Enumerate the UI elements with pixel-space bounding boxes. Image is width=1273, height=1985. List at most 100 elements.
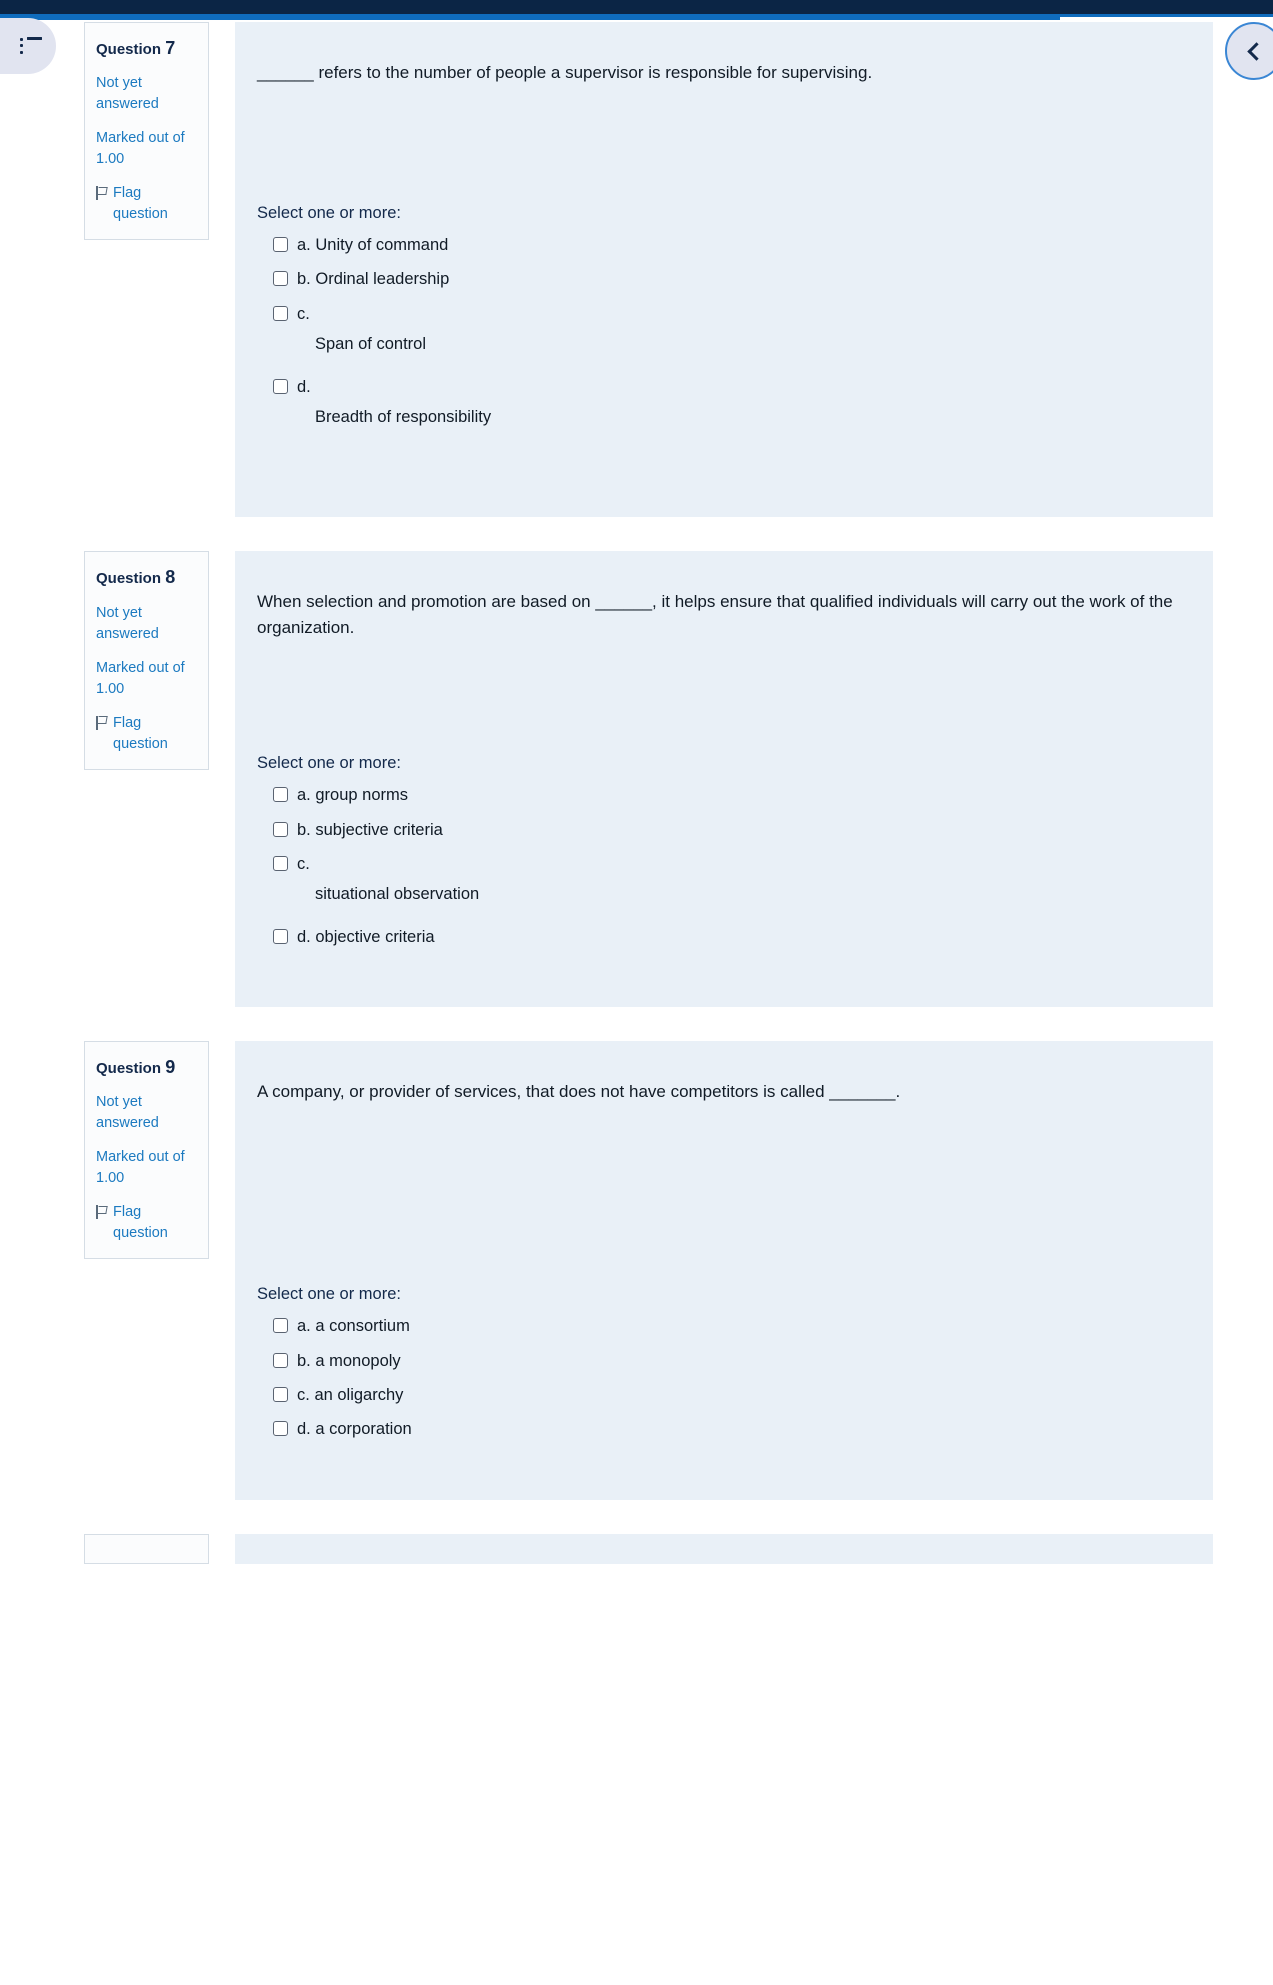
flag-question-link[interactable]: Flag question [96, 183, 198, 225]
option-letter: a. [297, 1317, 311, 1336]
question-block: Question 9 Not yet answered Marked out o… [0, 1041, 1273, 1500]
option-label: a. Unity of command [297, 235, 448, 256]
question-block: Question 8 Not yet answered Marked out o… [0, 551, 1273, 1008]
flag-question-label: Flag question [113, 714, 168, 752]
question-block-partial [0, 1533, 1273, 1564]
option-label: c. Span of control [297, 304, 426, 356]
checkbox-icon[interactable] [273, 1352, 288, 1368]
checkbox-icon[interactable] [273, 787, 288, 803]
question-marks: Marked out of 1.00 [96, 1149, 185, 1187]
checkbox-icon[interactable] [273, 271, 288, 287]
option-item[interactable]: b. subjective criteria [257, 820, 1183, 841]
checkbox-icon[interactable] [273, 821, 288, 837]
checkbox-icon[interactable] [273, 928, 288, 944]
option-item[interactable]: b. a monopoly [257, 1351, 1183, 1372]
flag-icon [96, 715, 107, 730]
flag-icon [96, 1205, 107, 1220]
question-block: Question 7 Not yet answered Marked out o… [0, 22, 1273, 518]
option-label: d. objective criteria [297, 927, 435, 948]
option-letter: b. [297, 270, 311, 289]
option-text: a consortium [315, 1317, 410, 1336]
option-item[interactable]: d. objective criteria [257, 927, 1183, 948]
flag-icon [96, 186, 107, 201]
option-item[interactable]: c. situational observation [257, 854, 1183, 906]
browser-top-bar-notch [1090, 0, 1273, 14]
option-letter: d. [297, 927, 311, 946]
option-letter: d. [297, 377, 311, 396]
option-text: an oligarchy [314, 1386, 404, 1404]
checkbox-icon[interactable] [273, 1318, 288, 1334]
question-number: Question 7 [96, 35, 198, 61]
answer-prompt: Select one or more: [257, 754, 401, 773]
option-item[interactable]: b. Ordinal leadership [257, 269, 1183, 290]
question-stem: ______ refers to the number of people a … [257, 63, 873, 82]
option-text: objective criteria [315, 927, 435, 946]
option-spacer [257, 369, 1183, 377]
option-item[interactable]: a. a consortium [257, 1316, 1183, 1337]
question-number: Question 8 [96, 564, 198, 590]
option-text: Span of control [315, 335, 426, 354]
option-label: b. Ordinal leadership [297, 269, 449, 290]
question-info-panel: Question 7 Not yet answered Marked out o… [84, 22, 209, 241]
question-number-value: 8 [165, 567, 176, 588]
question-state: Not yet answered [96, 604, 159, 642]
option-label: d. a corporation [297, 1419, 412, 1440]
option-text: group norms [315, 786, 408, 805]
question-body: ______ refers to the number of people a … [235, 22, 1213, 518]
option-letter: a. [297, 786, 311, 805]
option-label: c. situational observation [297, 854, 479, 906]
option-item[interactable]: d. a corporation [257, 1419, 1183, 1440]
option-text: a corporation [315, 1420, 412, 1439]
flag-question-link[interactable]: Flag question [96, 713, 198, 755]
option-label: c. an oligarchy [297, 1385, 403, 1406]
option-letter: b. [297, 1351, 311, 1370]
checkbox-icon[interactable] [273, 378, 288, 394]
option-text: Breadth of responsibility [315, 408, 492, 427]
question-state: Not yet answered [96, 75, 159, 113]
question-word: Question [96, 570, 162, 588]
option-list: a. a consortium b. a monopoly c. an olig… [257, 1316, 1183, 1441]
option-letter: b. [297, 820, 311, 839]
question-body: A company, or provider of services, that… [235, 1041, 1213, 1500]
option-letter: c. [297, 1386, 310, 1404]
option-item[interactable]: a. group norms [257, 785, 1183, 806]
question-marks: Marked out of 1.00 [96, 130, 185, 168]
answer-prompt: Select one or more: [257, 1285, 401, 1304]
option-letter: a. [297, 235, 311, 254]
quiz-question-list: Question 7 Not yet answered Marked out o… [0, 22, 1273, 1598]
checkbox-icon[interactable] [273, 1421, 288, 1437]
question-number-value: 9 [165, 1057, 176, 1078]
checkbox-icon[interactable] [273, 236, 288, 252]
question-info-panel: Question 9 Not yet answered Marked out o… [84, 1041, 209, 1260]
option-text: subjective criteria [315, 820, 443, 839]
question-number: Question 9 [96, 1054, 198, 1080]
flag-question-label: Flag question [113, 185, 168, 223]
question-body [235, 1533, 1213, 1564]
option-item[interactable]: c. an oligarchy [257, 1385, 1183, 1406]
option-spacer [257, 919, 1183, 927]
checkbox-icon[interactable] [273, 855, 288, 871]
question-stem: A company, or provider of services, that… [257, 1082, 901, 1102]
option-letter: c. [297, 854, 310, 873]
flag-question-label: Flag question [113, 1204, 168, 1242]
question-stem: When selection and promotion are based o… [257, 592, 1173, 638]
option-item[interactable]: d. Breadth of responsibility [257, 377, 1183, 429]
option-letter: d. [297, 1420, 311, 1439]
option-text: a monopoly [315, 1351, 401, 1370]
checkbox-icon[interactable] [273, 305, 288, 321]
question-body: When selection and promotion are based o… [235, 551, 1213, 1008]
option-label: a. group norms [297, 785, 408, 806]
option-item[interactable]: c. Span of control [257, 304, 1183, 356]
option-list: a. group norms b. subjective criteria c. [257, 785, 1183, 948]
question-number-value: 7 [165, 38, 176, 58]
option-text: situational observation [315, 885, 480, 904]
flag-question-link[interactable]: Flag question [96, 1202, 198, 1244]
option-item[interactable]: a. Unity of command [257, 235, 1183, 256]
checkbox-icon[interactable] [273, 1387, 288, 1402]
answer-prompt: Select one or more: [257, 203, 401, 222]
question-state: Not yet answered [96, 1094, 159, 1132]
option-label: b. subjective criteria [297, 820, 443, 841]
option-letter: c. [297, 304, 310, 323]
question-marks: Marked out of 1.00 [96, 659, 185, 697]
option-label: a. a consortium [297, 1316, 410, 1337]
